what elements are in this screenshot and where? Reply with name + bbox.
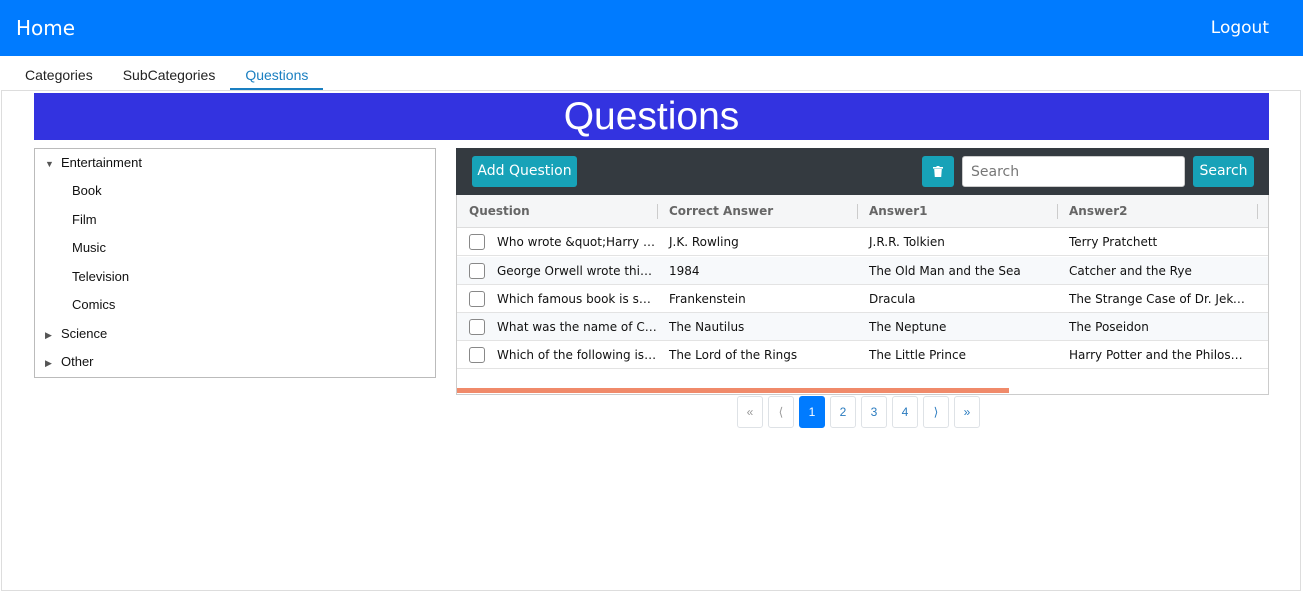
column-divider[interactable] xyxy=(1257,204,1258,219)
tab-subcategories[interactable]: SubCategories xyxy=(108,56,231,90)
tab-bar: Categories SubCategories Questions xyxy=(10,56,324,90)
answer2-cell: Harry Potter and the Philosopher's Stone xyxy=(1069,348,1247,362)
caret-right-icon[interactable]: ▶ xyxy=(45,325,61,345)
page-title: Questions xyxy=(34,93,1269,140)
first-page-button[interactable]: « xyxy=(737,396,763,428)
horizontal-scrollbar[interactable] xyxy=(457,388,1009,393)
page-4-button[interactable]: 4 xyxy=(892,396,918,428)
table-row[interactable]: George Orwell wrote this book 1984 The O… xyxy=(457,257,1268,285)
category-tree: ▼ Entertainment Book Film Music Televisio… xyxy=(34,148,436,378)
page-1-button[interactable]: 1 xyxy=(799,396,825,428)
question-cell: Who wrote &quot;Harry Potter&quot;? xyxy=(497,235,657,249)
search-input[interactable] xyxy=(962,156,1185,187)
correct-answer-cell: The Nautilus xyxy=(669,320,745,334)
row-checkbox[interactable] xyxy=(469,263,485,279)
questions-grid: Question Correct Answer Answer1 Answer2 … xyxy=(456,195,1269,395)
tree-node-science[interactable]: ▶ Science xyxy=(45,324,107,344)
answer2-cell: Terry Pratchett xyxy=(1069,235,1158,249)
correct-answer-cell: Frankenstein xyxy=(669,292,746,306)
table-row[interactable]: What was the name of Captain Nemo The Na… xyxy=(457,313,1268,341)
logout-link[interactable]: Logout xyxy=(1211,18,1269,38)
caret-down-icon[interactable]: ▼ xyxy=(45,154,61,174)
tree-node-other[interactable]: ▶ Other xyxy=(45,352,94,372)
column-header-correct-answer[interactable]: Correct Answer xyxy=(657,195,773,228)
row-checkbox[interactable] xyxy=(469,291,485,307)
home-link[interactable]: Home xyxy=(16,16,75,40)
question-cell: What was the name of Captain Nemo xyxy=(497,320,657,334)
page-3-button[interactable]: 3 xyxy=(861,396,887,428)
answer1-cell: The Old Man and the Sea xyxy=(869,264,1021,278)
caret-right-icon[interactable]: ▶ xyxy=(45,353,61,373)
column-header-question[interactable]: Question xyxy=(457,195,530,228)
answer2-cell: The Strange Case of Dr. Jekyll and Mr. H… xyxy=(1069,292,1247,306)
correct-answer-cell: 1984 xyxy=(669,264,700,278)
pagination: « ⟨ 1 2 3 4 ⟩ » xyxy=(737,396,985,428)
correct-answer-cell: J.K. Rowling xyxy=(669,235,739,249)
row-checkbox[interactable] xyxy=(469,234,485,250)
question-cell: George Orwell wrote this book xyxy=(497,264,657,278)
answer1-cell: The Neptune xyxy=(869,320,947,334)
answer1-cell: The Little Prince xyxy=(869,348,966,362)
column-header-answer2[interactable]: Answer2 xyxy=(1057,195,1127,228)
tree-node-film[interactable]: Film xyxy=(72,210,97,230)
add-question-button[interactable]: Add Question xyxy=(472,156,577,187)
table-row[interactable]: Which of the following is the The Lord o… xyxy=(457,341,1268,369)
table-row[interactable]: Who wrote &quot;Harry Potter&quot;? J.K.… xyxy=(457,228,1268,256)
tree-node-label: Other xyxy=(61,354,94,369)
answer2-cell: Catcher and the Rye xyxy=(1069,264,1192,278)
prev-page-button[interactable]: ⟨ xyxy=(768,396,794,428)
row-checkbox[interactable] xyxy=(469,319,485,335)
delete-button[interactable] xyxy=(922,156,954,187)
table-row[interactable]: Which famous book is sub-titled Frankens… xyxy=(457,285,1268,313)
tree-node-television[interactable]: Television xyxy=(72,267,129,287)
tree-node-label: Entertainment xyxy=(61,155,142,170)
answer2-cell: The Poseidon xyxy=(1069,320,1149,334)
top-navbar: Home Logout xyxy=(0,0,1303,56)
tree-node-music[interactable]: Music xyxy=(72,238,106,258)
next-page-button[interactable]: ⟩ xyxy=(923,396,949,428)
tree-node-book[interactable]: Book xyxy=(72,181,102,201)
last-page-button[interactable]: » xyxy=(954,396,980,428)
correct-answer-cell: The Lord of the Rings xyxy=(669,348,798,362)
tree-node-comics[interactable]: Comics xyxy=(72,295,115,315)
column-header-answer1[interactable]: Answer1 xyxy=(857,195,927,228)
row-checkbox[interactable] xyxy=(469,347,485,363)
answer1-cell: Dracula xyxy=(869,292,916,306)
tab-categories[interactable]: Categories xyxy=(10,56,108,90)
search-button[interactable]: Search xyxy=(1193,156,1254,187)
answer1-cell: J.R.R. Tolkien xyxy=(869,235,945,249)
trash-icon xyxy=(933,166,943,177)
page-2-button[interactable]: 2 xyxy=(830,396,856,428)
grid-header: Question Correct Answer Answer1 Answer2 xyxy=(457,195,1268,228)
tree-node-label: Science xyxy=(61,326,108,341)
tab-questions[interactable]: Questions xyxy=(230,56,324,90)
grid-toolbar: Add Question Search xyxy=(456,148,1269,195)
tree-node-entertainment[interactable]: ▼ Entertainment xyxy=(45,153,142,173)
question-cell: Which famous book is sub-titled xyxy=(497,292,657,306)
question-cell: Which of the following is the xyxy=(497,348,657,362)
